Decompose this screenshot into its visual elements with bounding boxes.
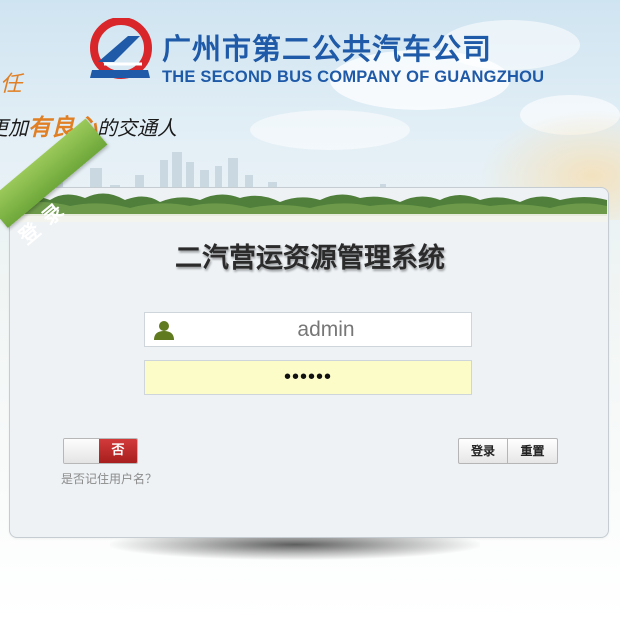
slogan-prefix: 更加 bbox=[0, 116, 28, 140]
remember-username-label: 是否记住用户名？ bbox=[61, 472, 158, 486]
slogan-suffix: 的交通人 bbox=[97, 116, 177, 140]
bus-company-logo-icon bbox=[90, 18, 152, 79]
toggle-knob bbox=[64, 439, 100, 463]
username-field-container bbox=[144, 312, 472, 347]
toggle-label: 否 bbox=[99, 439, 137, 463]
company-logo: 广州市第二公共汽车公司 THE SECOND BUS COMPANY OF GU… bbox=[90, 18, 544, 98]
reset-button[interactable]: 重置 bbox=[508, 438, 558, 464]
tree-line-decoration bbox=[10, 188, 607, 222]
username-input[interactable] bbox=[145, 313, 471, 346]
login-button[interactable]: 登录 bbox=[458, 438, 508, 464]
password-input[interactable] bbox=[145, 361, 471, 394]
system-title: 二汽营运资源管理系统 bbox=[175, 243, 445, 274]
panel-shadow bbox=[110, 538, 480, 560]
slogan-line1: 任 bbox=[0, 72, 23, 97]
company-name-en: THE SECOND BUS COMPANY OF GUANGZHOU bbox=[162, 68, 545, 86]
remember-username-toggle[interactable]: 否 bbox=[63, 438, 138, 464]
company-name-cn: 广州市第二公共汽车公司 bbox=[162, 32, 493, 66]
action-buttons: 登录 重置 bbox=[458, 438, 558, 464]
password-field-container bbox=[144, 360, 472, 395]
